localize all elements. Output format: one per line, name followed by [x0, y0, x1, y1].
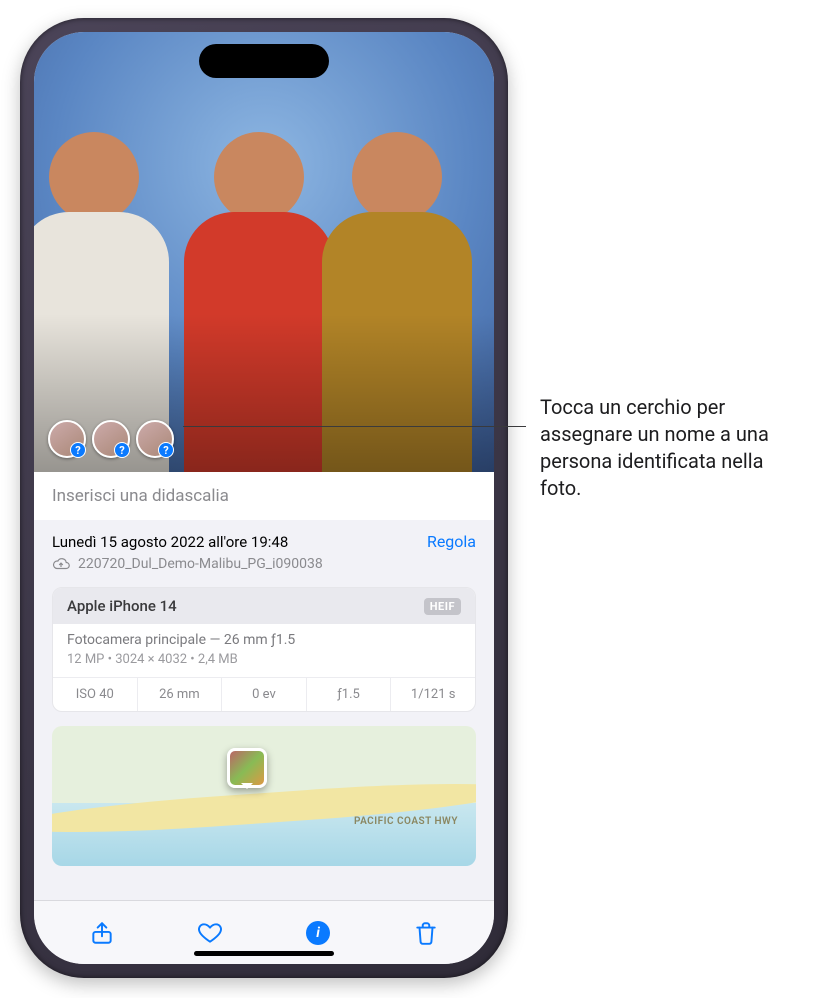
- favorite-button[interactable]: [195, 918, 225, 948]
- camera-ev: 0 ev: [221, 678, 306, 711]
- phone-screen: ? ? ? Inserisci una didascalia Lunedì 15…: [34, 32, 494, 964]
- camera-shutter: 1/121 s: [390, 678, 475, 711]
- delete-button[interactable]: [411, 918, 441, 948]
- adjust-button[interactable]: Regola: [427, 532, 476, 551]
- photo-person: [181, 132, 337, 472]
- photo-info-block: Lunedì 15 agosto 2022 all'ore 19:48 Rego…: [34, 520, 494, 573]
- phone-frame: ? ? ? Inserisci una didascalia Lunedì 15…: [20, 18, 508, 978]
- camera-lens-line: Fotocamera principale — 26 mm ƒ1.5: [67, 632, 461, 648]
- share-button[interactable]: [87, 918, 117, 948]
- camera-aperture: ƒ1.5: [306, 678, 391, 711]
- map-photo-pin[interactable]: [227, 748, 267, 788]
- photo-viewer[interactable]: ? ? ?: [34, 32, 494, 472]
- photo-datetime: Lunedì 15 agosto 2022 all'ore 19:48: [52, 533, 288, 551]
- camera-iso: ISO 40: [53, 678, 137, 711]
- cloud-icon: [52, 555, 70, 573]
- heart-icon: [197, 920, 223, 946]
- face-tag-badge: ?: [114, 442, 130, 458]
- camera-device: Apple iPhone 14: [67, 597, 177, 615]
- share-icon: [89, 920, 115, 946]
- face-tag-badge: ?: [158, 442, 174, 458]
- face-tags-row: ? ? ?: [48, 420, 174, 458]
- photo-person: [319, 132, 475, 472]
- map-highway-label: PACIFIC COAST HWY: [354, 816, 458, 827]
- trash-icon: [413, 920, 439, 946]
- photo-filename: 220720_Dul_Demo-Malibu_PG_i090038: [78, 556, 323, 572]
- face-tag-badge: ?: [70, 442, 86, 458]
- face-tag[interactable]: ?: [136, 420, 174, 458]
- callout-text: Tocca un cerchio per assegnare un nome a…: [540, 394, 800, 502]
- location-map[interactable]: PACIFIC COAST HWY: [52, 726, 476, 866]
- info-icon: i: [306, 921, 330, 945]
- callout-leader-line: [183, 426, 526, 427]
- camera-focal: 26 mm: [137, 678, 222, 711]
- face-tag[interactable]: ?: [48, 420, 86, 458]
- camera-info-card: Apple iPhone 14 HEIF Fotocamera principa…: [52, 587, 476, 712]
- camera-stats-line: 12 MP • 3024 × 4032 • 2,4 MB: [67, 652, 461, 667]
- home-indicator[interactable]: [194, 951, 334, 956]
- dynamic-island: [199, 44, 329, 78]
- caption-input[interactable]: Inserisci una didascalia: [34, 472, 494, 520]
- face-tag[interactable]: ?: [92, 420, 130, 458]
- format-badge: HEIF: [424, 598, 461, 615]
- info-button[interactable]: i: [303, 918, 333, 948]
